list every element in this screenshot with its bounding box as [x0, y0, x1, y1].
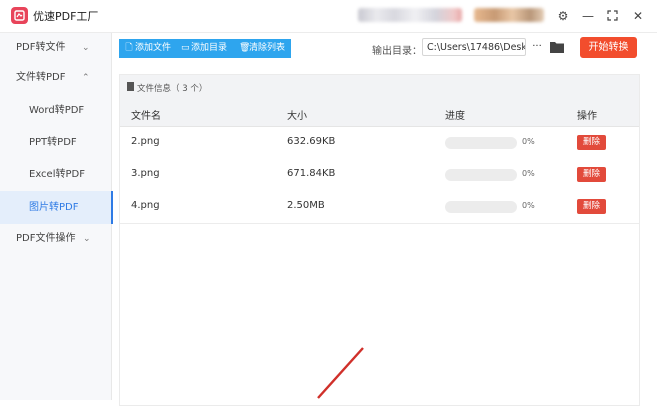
blurred-account-info: [358, 8, 462, 22]
delete-button[interactable]: 删除: [577, 167, 606, 182]
maximize-icon[interactable]: [602, 6, 622, 26]
column-header-filename: 文件名: [131, 111, 161, 122]
file-size: 2.50MB: [287, 200, 325, 211]
file-size: 671.84KB: [287, 168, 336, 179]
sidebar-item-excel-to-pdf[interactable]: Excel转PDF: [0, 160, 111, 190]
add-file-label: 添加文件: [135, 43, 172, 53]
sidebar-item-label: PPT转PDF: [29, 137, 77, 148]
sidebar: PDF转文件 ⌄ 文件转PDF ⌃ Word转PDF PPT转PDF Excel…: [0, 33, 113, 400]
file-info-bar: 文件信息（ 3 个）: [120, 75, 639, 100]
file-name: 2.png: [131, 136, 160, 147]
start-conversion-button[interactable]: 开始转换: [580, 37, 637, 58]
output-dir-label: 输出目录：: [372, 46, 422, 57]
app-title: 优速PDF工厂: [33, 10, 99, 23]
output-dir-field[interactable]: C:\Users\17486\Desktop: [422, 38, 526, 56]
progress-bar: [445, 201, 517, 213]
settings-icon[interactable]: ⚙: [553, 6, 573, 26]
sidebar-item-image-to-pdf[interactable]: 图片转PDF: [0, 191, 113, 224]
progress-percent: 0%: [522, 201, 535, 210]
file-icon: 🗋: [125, 43, 133, 53]
chevron-up-icon: ⌃: [82, 73, 90, 83]
close-icon[interactable]: ✕: [628, 6, 648, 26]
progress-bar: [445, 137, 517, 149]
file-name: 4.png: [131, 200, 160, 211]
progress-bar: [445, 169, 517, 181]
table-header: 文件名 大小 进度 操作: [120, 100, 639, 127]
add-directory-button[interactable]: ▭添加目录: [173, 39, 231, 58]
table-row: 3.png 671.84KB 0% 删除: [120, 159, 639, 192]
sidebar-item-label: Excel转PDF: [29, 169, 85, 180]
add-directory-label: 添加目录: [191, 43, 228, 53]
app-logo-icon: [11, 7, 28, 24]
sidebar-item-pdf-operations[interactable]: PDF文件操作 ⌄: [0, 224, 111, 254]
column-header-action: 操作: [577, 111, 597, 122]
file-size: 632.69KB: [287, 136, 336, 147]
delete-button[interactable]: 删除: [577, 199, 606, 214]
sidebar-item-label: PDF文件操作: [16, 233, 76, 244]
blurred-user-avatar: [474, 8, 544, 22]
title-bar: 优速PDF工厂 ⚙ — ✕: [0, 0, 657, 33]
sidebar-item-label: 文件转PDF: [16, 72, 66, 83]
chevron-down-icon: ⌄: [82, 43, 90, 53]
sidebar-item-file-to-pdf[interactable]: 文件转PDF ⌃: [0, 63, 111, 93]
file-info-text: 文件信息（ 3 个）: [137, 82, 207, 94]
file-count: （ 3 个）: [171, 84, 208, 94]
sidebar-item-label: PDF转文件: [16, 42, 66, 53]
sidebar-item-label: Word转PDF: [29, 105, 85, 116]
sidebar-item-label: 图片转PDF: [29, 202, 79, 213]
add-file-button[interactable]: 🗋 添加文件: [119, 39, 173, 58]
file-info-label: 文件信息: [137, 84, 172, 94]
clear-list-label: 清除列表: [249, 43, 286, 53]
sidebar-item-ppt-to-pdf[interactable]: PPT转PDF: [0, 128, 111, 158]
chevron-down-icon: ⌄: [83, 234, 91, 244]
minimize-icon[interactable]: —: [578, 6, 598, 26]
sidebar-item-pdf-to-file[interactable]: PDF转文件 ⌄: [0, 33, 111, 63]
folder-icon: ▭: [181, 43, 190, 53]
open-folder-icon[interactable]: [549, 40, 565, 54]
document-icon: [127, 82, 134, 91]
annotation-arrow: [317, 347, 364, 399]
file-name: 3.png: [131, 168, 160, 179]
column-header-size: 大小: [287, 111, 307, 122]
table-row: 4.png 2.50MB 0% 删除: [120, 191, 639, 224]
progress-percent: 0%: [522, 169, 535, 178]
sidebar-item-word-to-pdf[interactable]: Word转PDF: [0, 96, 111, 126]
progress-percent: 0%: [522, 137, 535, 146]
table-row: 2.png 632.69KB 0% 删除: [120, 127, 639, 160]
clear-list-button[interactable]: 🗑清除列表: [231, 39, 291, 58]
trash-icon: 🗑: [239, 43, 251, 53]
file-list-panel: 文件信息（ 3 个） 文件名 大小 进度 操作 2.png 632.69KB 0…: [119, 74, 640, 406]
more-options-button[interactable]: ···: [530, 38, 544, 56]
column-header-progress: 进度: [445, 111, 465, 122]
delete-button[interactable]: 删除: [577, 135, 606, 150]
